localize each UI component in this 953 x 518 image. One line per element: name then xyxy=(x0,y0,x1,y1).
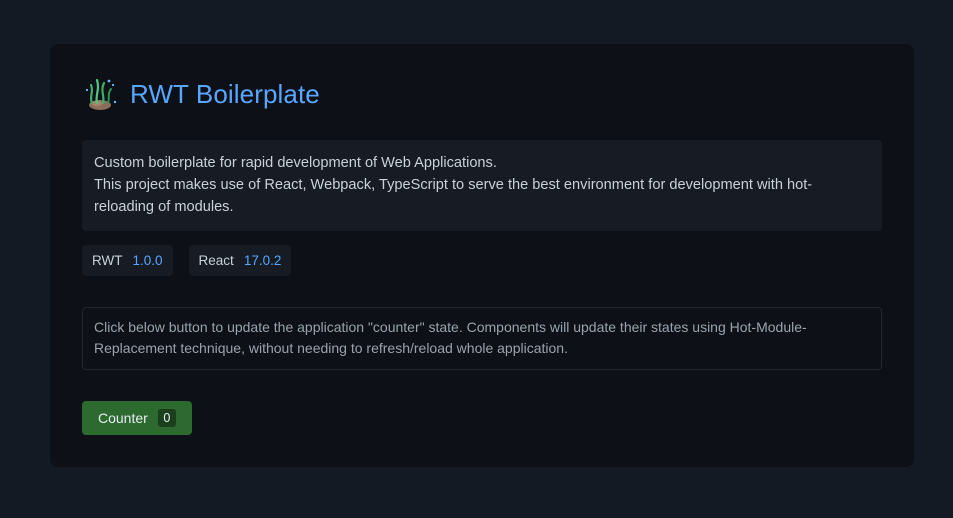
badge-name: RWT xyxy=(92,253,123,268)
description-line-2: This project makes use of React, Webpack… xyxy=(94,177,813,215)
seaweed-rock-icon xyxy=(85,78,117,110)
counter-button[interactable]: Counter 0 xyxy=(82,401,192,435)
description-line-1: Custom boilerplate for rapid development… xyxy=(94,155,497,171)
page-title: RWT Boilerplate xyxy=(130,78,320,109)
counter-value-badge: 0 xyxy=(157,409,176,427)
badge-rwt: RWT 1.0.0 xyxy=(82,245,173,276)
badge-react: React 17.0.2 xyxy=(188,245,292,276)
description-box: Custom boilerplate for rapid development… xyxy=(82,140,882,231)
badge-name: React xyxy=(198,253,234,268)
version-badges: RWT 1.0.0 React 17.0.2 xyxy=(82,245,292,276)
info-text: Click below button to update the applica… xyxy=(94,319,807,356)
info-box: Click below button to update the applica… xyxy=(82,307,882,370)
counter-label: Counter xyxy=(98,410,148,426)
header: RWT Boilerplate xyxy=(82,74,320,114)
badge-version: 1.0.0 xyxy=(132,253,163,268)
badge-version: 17.0.2 xyxy=(243,253,282,268)
main-card: RWT Boilerplate Custom boilerplate for r… xyxy=(50,44,914,467)
